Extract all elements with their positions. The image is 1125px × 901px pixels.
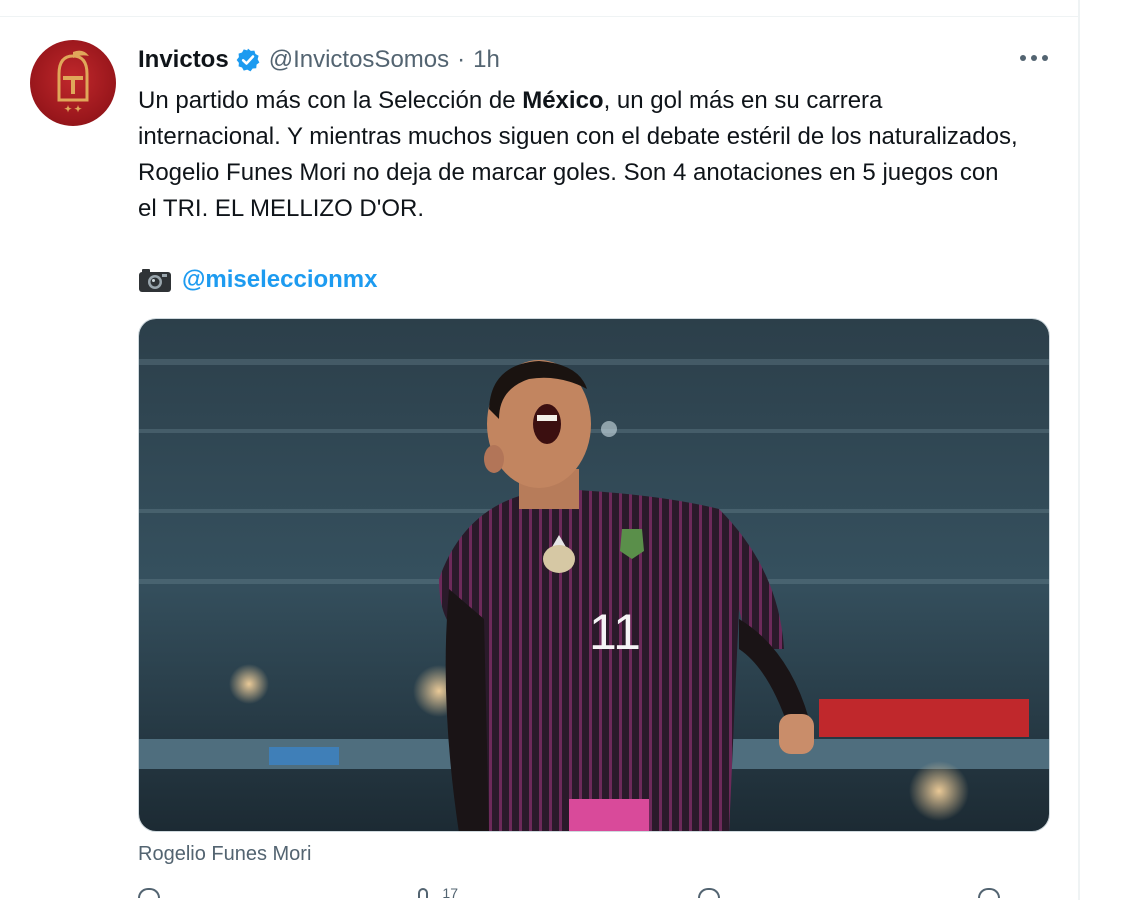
tweet-text: Un partido más con la Selección de Méxic… — [138, 83, 1018, 227]
tweet-media-photo[interactable]: 11 — [138, 318, 1050, 832]
avatar[interactable]: ✦ ✦ — [30, 40, 116, 126]
verified-badge-icon — [235, 47, 261, 73]
more-options-button[interactable] — [1012, 44, 1056, 72]
top-divider — [0, 16, 1080, 17]
photo-credit-mention[interactable]: @mi­seleccionmx — [182, 266, 378, 294]
retweet-button[interactable]: 17 — [418, 885, 458, 901]
like-button[interactable] — [698, 888, 738, 900]
jersey-number: 11 — [589, 604, 641, 660]
tweet-text-bold: México — [522, 87, 604, 114]
tweet-action-bar: 17 — [138, 885, 1018, 901]
tweet-timestamp[interactable]: 1h — [473, 46, 500, 74]
tweet-header: Invictos @InvictosSomos · 1h — [138, 44, 500, 76]
player-celebration-photo-icon: 11 — [139, 319, 1049, 831]
knight-helmet-logo-icon: ✦ ✦ — [57, 50, 89, 114]
media-caption: Rogelio Funes Mori — [138, 843, 312, 865]
reply-icon — [138, 888, 160, 898]
retweet-icon — [418, 888, 429, 898]
author-handle[interactable]: @InvictosSomos — [269, 46, 449, 74]
author-display-name[interactable]: Invictos — [138, 46, 229, 74]
tweet-text-part-1: Un partido más con la Selección de — [138, 87, 523, 114]
more-dots-icon — [1020, 55, 1048, 61]
share-icon — [978, 888, 1000, 898]
reply-button[interactable] — [138, 888, 178, 900]
like-icon — [698, 888, 720, 898]
camera-icon — [138, 267, 172, 293]
retweet-count: 17 — [442, 885, 458, 901]
time-separator: · — [457, 46, 466, 73]
share-button[interactable] — [978, 888, 1018, 900]
svg-text:✦ ✦: ✦ ✦ — [64, 104, 82, 114]
photo-credit: @mi­seleccionmx — [138, 264, 378, 296]
timeline-border — [1078, 0, 1080, 900]
